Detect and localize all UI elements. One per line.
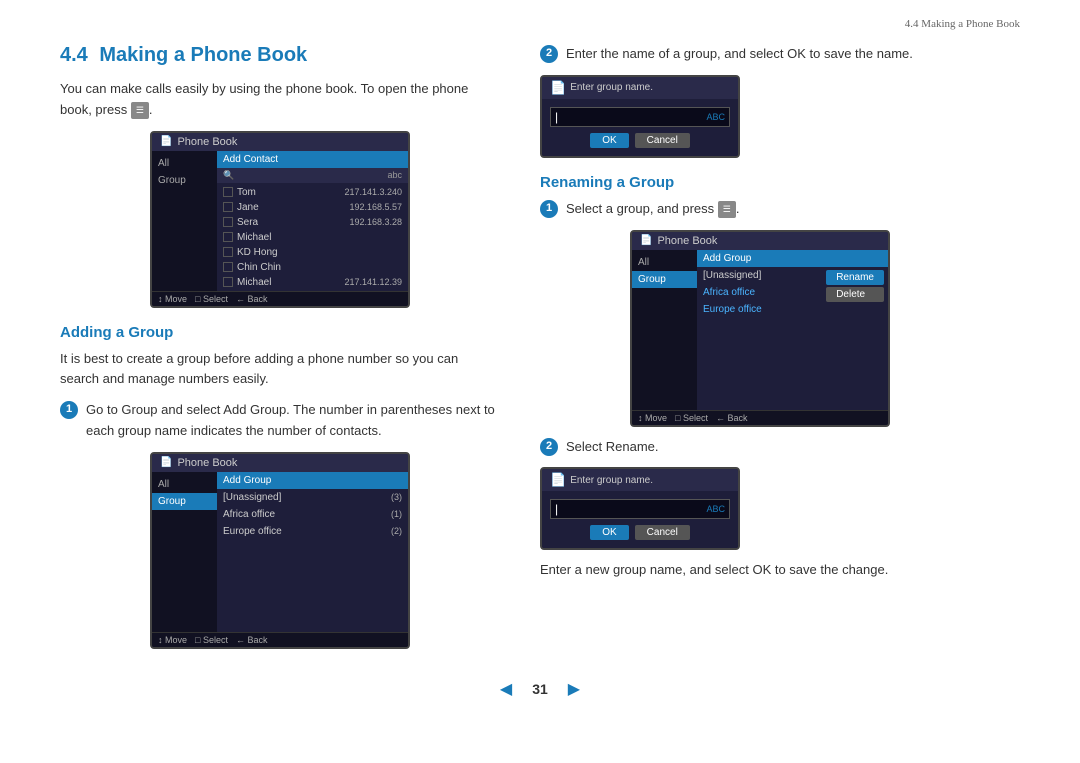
sidebar-all: All	[152, 155, 217, 172]
add-group-dialog: 📄 Enter group name. | ABC OK Cancel	[540, 75, 740, 158]
search-icon: 🔍	[223, 170, 234, 181]
doc-icon-rename: 📄	[640, 235, 652, 246]
group-row-europe-r: Europe office	[697, 301, 888, 318]
step-num-1: 1	[60, 401, 78, 419]
dialog-buttons-add: OK Cancel	[550, 133, 730, 148]
contact-row: KD Hong	[217, 245, 408, 260]
section-title: 4.4 Making a Phone Book	[60, 44, 500, 67]
add-group-screen: 📄 Phone Book All Group Add Group [Unassi…	[150, 452, 410, 649]
screen-title-add: Phone Book	[177, 457, 237, 469]
renaming-step1: 1 Select a group, and press ☰.	[540, 199, 980, 220]
screen-main-rename: Add Group [Unassigned] (3) Africa office…	[697, 250, 888, 410]
contact-row: Michael 217.141.12.39	[217, 275, 408, 290]
group-row-unassigned: [Unassigned] (3)	[217, 489, 408, 506]
sidebar-group-rename: Group	[632, 271, 697, 288]
dialog-body-add: | ABC OK Cancel	[542, 99, 738, 156]
sidebar-group-add: Group	[152, 493, 217, 510]
checkbox	[223, 262, 233, 272]
contact-row: Chin Chin	[217, 260, 408, 275]
contact-row: Sera 192.168.3.28	[217, 215, 408, 230]
dialog-buttons-rename: OK Cancel	[550, 525, 730, 540]
screen-top-bar-contacts: Add Contact	[217, 151, 408, 168]
screen-title-text: Phone Book	[177, 136, 237, 148]
screen-title-bar-add: 📄 Phone Book	[152, 454, 408, 472]
sidebar-all-add: All	[152, 476, 217, 493]
adding-group-body: It is best to create a group before addi…	[60, 349, 500, 391]
left-column: 4.4 Making a Phone Book You can make cal…	[60, 34, 500, 659]
contact-list: Tom 217.141.3.240 Jane 192.168.5.57 Sera…	[217, 183, 408, 292]
next-page-button[interactable]: ▶	[568, 679, 580, 699]
checkbox	[223, 217, 233, 227]
rename-group-dialog: 📄 Enter group name. | ABC OK Cancel	[540, 467, 740, 550]
group-row-europe: Europe office (2)	[217, 523, 408, 540]
checkbox	[223, 247, 233, 257]
ctx-delete[interactable]: Delete	[826, 287, 884, 302]
group-row-africa: Africa office (1)	[217, 506, 408, 523]
dialog-ok-button[interactable]: OK	[590, 133, 628, 148]
screen-body-groups: All Group Add Group [Unassigned] (3) Afr…	[152, 472, 408, 632]
adding-step1: 1 Go to Group and select Add Group. The …	[60, 400, 500, 442]
context-menu: Rename Delete	[826, 270, 884, 302]
adding-group-title: Adding a Group	[60, 324, 500, 341]
contact-row: Michael	[217, 230, 408, 245]
sidebar-all-rename: All	[632, 254, 697, 271]
screen-body-rename: All Group Add Group [Unassigned] (3) Afr…	[632, 250, 888, 410]
rename-group-screen: 📄 Phone Book All Group Add Group [Unassi…	[630, 230, 890, 427]
dialog-cancel-button[interactable]: Cancel	[635, 133, 690, 148]
step-num-2: 2	[540, 45, 558, 63]
phonebook-button-icon: ☰	[131, 102, 149, 118]
dialog-body-rename: | ABC OK Cancel	[542, 491, 738, 548]
dialog-ok-rename-button[interactable]: OK	[590, 525, 628, 540]
screen-sidebar-rename: All Group	[632, 250, 697, 410]
screen-footer: ↕ Move □ Select ← Back	[152, 291, 408, 306]
search-bar: 🔍 abc	[217, 168, 408, 183]
screen-body: All Group Add Contact 🔍 abc Tom 217.141.…	[152, 151, 408, 291]
phonebook-main-screen: 📄 Phone Book All Group Add Contact 🔍 abc	[150, 131, 410, 308]
step-num-r2: 2	[540, 438, 558, 456]
screen-title-bar-rename: 📄 Phone Book	[632, 232, 888, 250]
right-column: 2 Enter the name of a group, and select …	[540, 34, 980, 659]
renaming-group-title: Renaming a Group	[540, 174, 980, 191]
dialog-input-rename: | ABC	[550, 499, 730, 519]
screen-main-add: Add Group [Unassigned] (3) Africa office…	[217, 472, 408, 632]
screen-top-bar-add: Add Group	[217, 472, 408, 489]
ctx-rename[interactable]: Rename	[826, 270, 884, 285]
screen-title-bar: 📄 Phone Book	[152, 133, 408, 151]
contact-row: Tom 217.141.3.240	[217, 185, 408, 200]
dialog-cancel-rename-button[interactable]: Cancel	[635, 525, 690, 540]
checkbox	[223, 232, 233, 242]
doc-icon-dlg: 📄	[550, 80, 566, 96]
checkbox	[223, 202, 233, 212]
screen-main: Add Contact 🔍 abc Tom 217.141.3.240	[217, 151, 408, 291]
dialog-header-add: 📄 Enter group name.	[542, 77, 738, 99]
search-abc-label: abc	[387, 170, 402, 180]
adding-step2: 2 Enter the name of a group, and select …	[540, 44, 980, 65]
dialog-title-rename: Enter group name.	[570, 475, 653, 486]
conclusion-text: Enter a new group name, and select OK to…	[540, 560, 980, 581]
renaming-step2: 2 Select Rename.	[540, 437, 980, 458]
step-num-r1: 1	[540, 200, 558, 218]
screen-footer-rename: ↕ Move □ Select ← Back	[632, 410, 888, 425]
prev-page-button[interactable]: ◀	[500, 679, 512, 699]
screen-title-rename: Phone Book	[657, 235, 717, 247]
contact-row: Jane 192.168.5.57	[217, 200, 408, 215]
page-number: 31	[532, 681, 548, 697]
menu-button-icon: ☰	[718, 201, 736, 217]
intro-text: You can make calls easily by using the p…	[60, 79, 500, 121]
screen-top-bar-rename: Add Group	[697, 250, 888, 267]
dialog-input-add: | ABC	[550, 107, 730, 127]
checkbox	[223, 277, 233, 287]
doc-icon: 📄	[160, 136, 172, 147]
page-header: 4.4 Making a Phone Book	[0, 0, 1080, 34]
sidebar-group: Group	[152, 172, 217, 189]
screen-footer-add: ↕ Move □ Select ← Back	[152, 632, 408, 647]
screen-sidebar: All Group	[152, 151, 217, 291]
page-footer: ◀ 31 ▶	[0, 659, 1080, 709]
checkbox	[223, 187, 233, 197]
doc-icon: 📄	[160, 457, 172, 468]
dialog-header-rename: 📄 Enter group name.	[542, 469, 738, 491]
screen-sidebar-add: All Group	[152, 472, 217, 632]
dialog-title-add: Enter group name.	[570, 82, 653, 93]
doc-icon-dlg-r: 📄	[550, 472, 566, 488]
